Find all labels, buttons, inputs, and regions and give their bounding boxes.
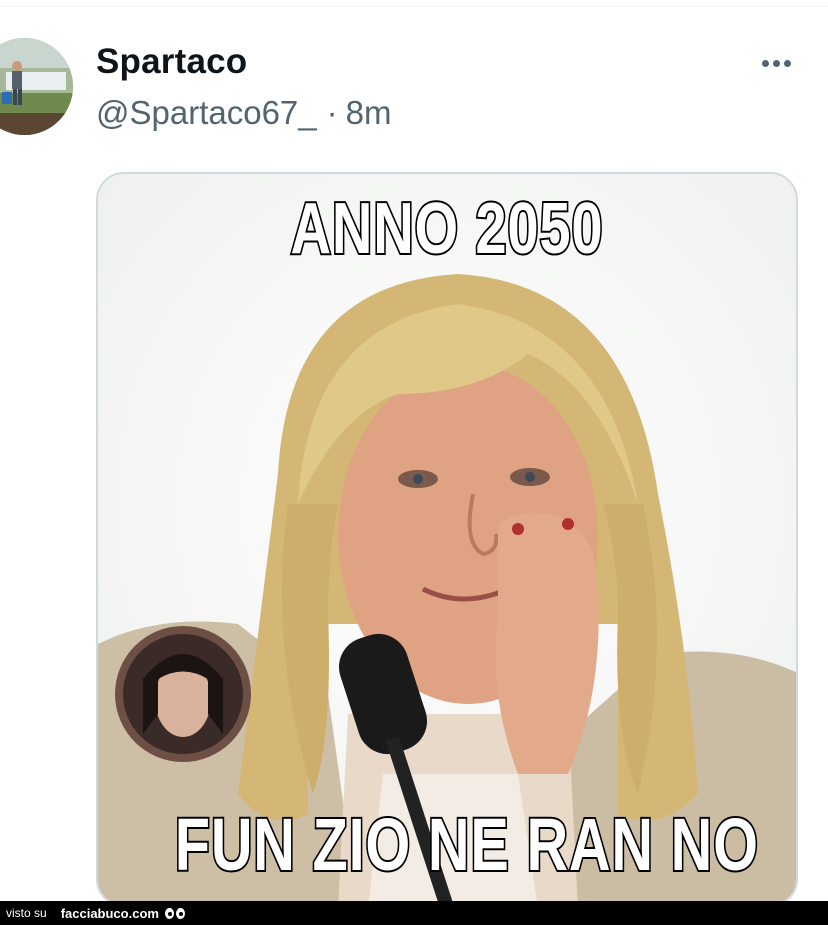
- separator-dot: ·: [326, 94, 338, 131]
- watermark-bar: visto su facciabuco.com: [0, 901, 828, 925]
- meme-top-caption: ANNO 2050: [289, 187, 604, 271]
- more-options-icon[interactable]: [752, 52, 800, 74]
- meme-bottom-caption: FUN ZIO NE RAN NO: [173, 801, 759, 888]
- user-handle[interactable]: @Spartaco67_: [96, 94, 317, 131]
- display-name[interactable]: Spartaco: [96, 42, 247, 82]
- meme-photo: [98, 174, 796, 905]
- more-dot: [772, 59, 780, 67]
- tweet-media[interactable]: ANNO 2050 FUN ZIO NE RAN NO: [96, 172, 798, 907]
- watermark-site: facciabuco.com: [60, 905, 159, 921]
- more-dot: [761, 59, 769, 67]
- watermark-prefix: visto su: [6, 906, 47, 920]
- more-dot: [783, 59, 791, 67]
- eyes-icon: [164, 907, 185, 919]
- user-avatar[interactable]: [0, 38, 73, 135]
- timestamp[interactable]: 8m: [346, 94, 392, 131]
- handle-line: @Spartaco67_ · 8m: [96, 94, 391, 132]
- top-divider: [0, 6, 828, 7]
- avatar-photo: [0, 38, 73, 135]
